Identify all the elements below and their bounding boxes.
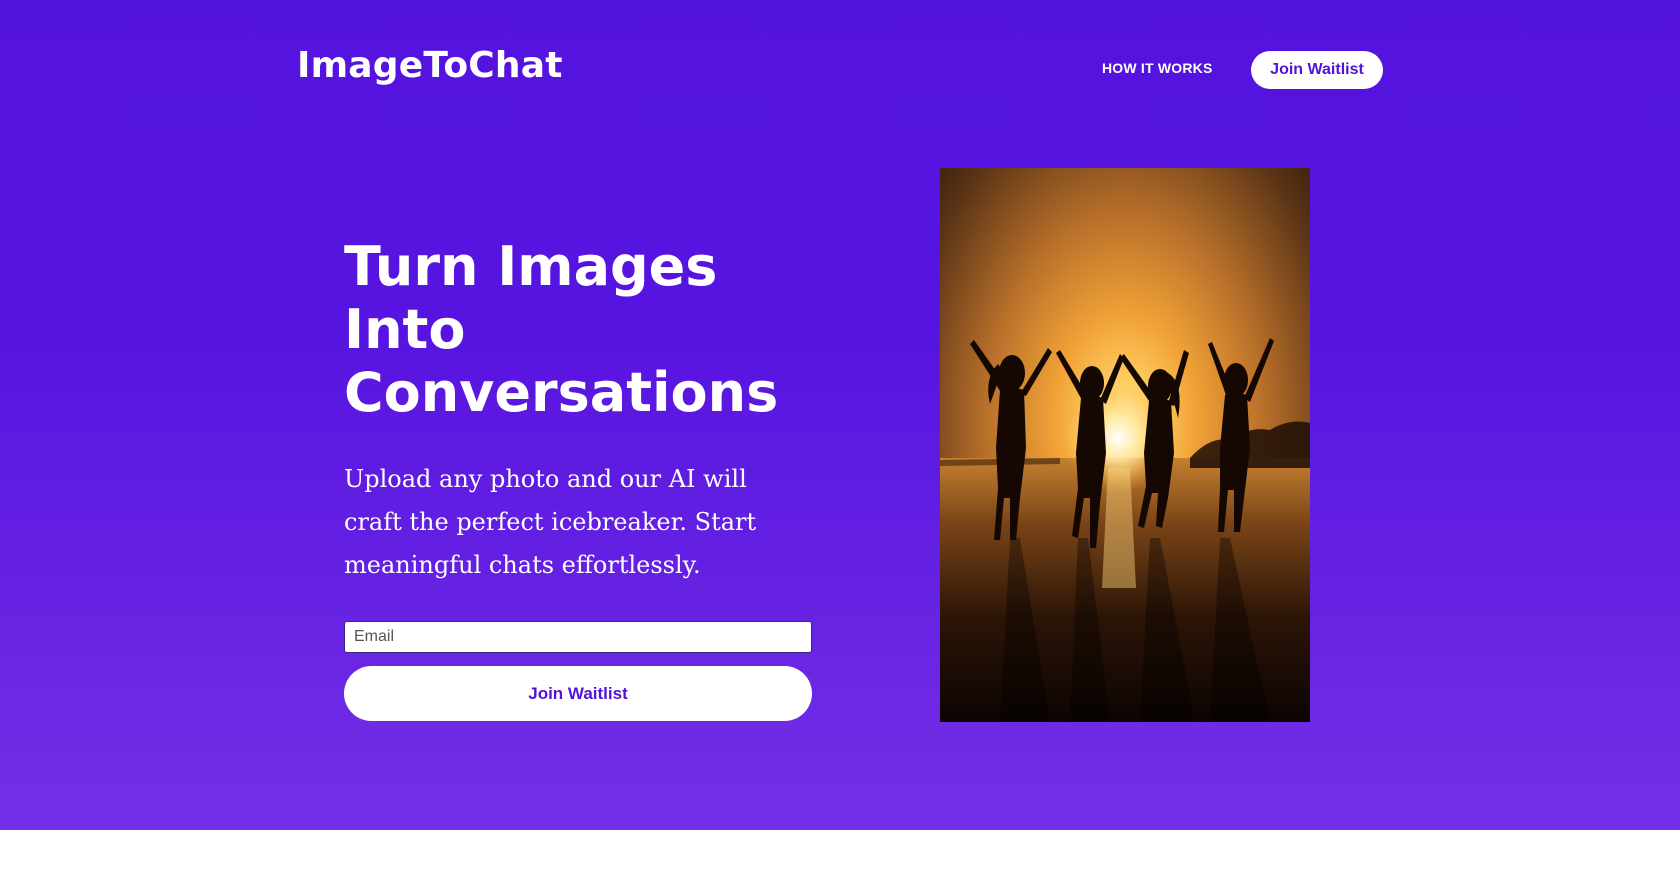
headline-line-1: Turn Images <box>344 235 718 298</box>
sunset-silhouettes-photo <box>940 168 1310 722</box>
headline-line-2: Into <box>344 298 466 361</box>
hero-subtext: Upload any photo and our AI will craft t… <box>344 465 757 579</box>
nav-join-waitlist-button[interactable]: Join Waitlist <box>1251 51 1383 89</box>
nav-link-how-it-works[interactable]: HOW IT WORKS <box>1102 60 1213 76</box>
hero-section: ImageToChat HOW IT WORKS Join Waitlist T… <box>0 0 1680 830</box>
headline-line-3: Conversations <box>344 361 779 424</box>
hero-headline: Turn Images Into Conversations <box>344 235 814 424</box>
brand-logo[interactable]: ImageToChat <box>297 45 563 86</box>
join-waitlist-button[interactable]: Join Waitlist <box>344 666 812 721</box>
email-input[interactable] <box>344 621 812 653</box>
